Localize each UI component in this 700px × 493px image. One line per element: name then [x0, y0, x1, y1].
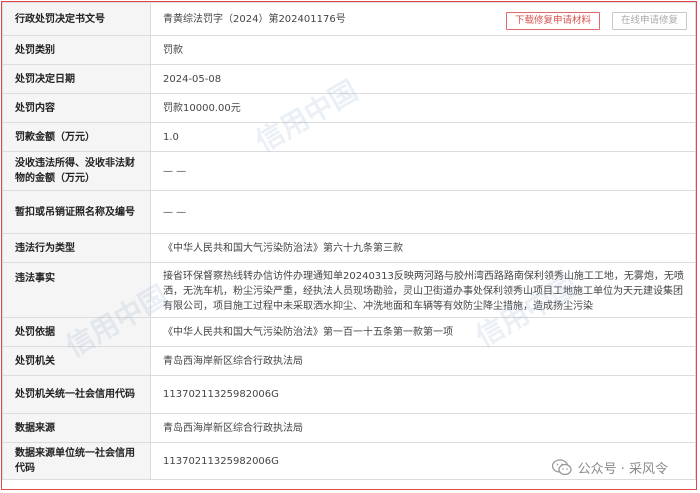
table-row: 违法事实 接省环保督察热线转办信访件办理通知单20240313反映两河路与胶州湾… — [2, 262, 696, 318]
field-value: 2024-05-08 — [150, 64, 696, 94]
table-row: 暂扣或吊销证照名称及编号 — — — [2, 190, 696, 234]
field-label: 罚款金额（万元） — [2, 122, 151, 152]
field-value: 《中华人民共和国大气污染防治法》第六十九条第三款 — [150, 233, 696, 263]
field-value: 罚款 — [150, 35, 696, 65]
field-label: 处罚决定日期 — [2, 64, 151, 94]
table-row: 处罚机关统一社会信用代码 11370211325982006G — [2, 375, 696, 414]
field-value: — — — [150, 190, 696, 234]
row-decision-number: 行政处罚决定书文号 青黄综法罚字（2024）第202401176号 下载修复申请… — [2, 2, 696, 36]
field-value: 青岛西海岸新区综合行政执法局 — [150, 413, 696, 443]
field-value: — — — [150, 151, 696, 191]
field-label: 处罚机关统一社会信用代码 — [2, 375, 151, 414]
field-label: 处罚依据 — [2, 317, 151, 347]
field-label: 暂扣或吊销证照名称及编号 — [2, 190, 151, 234]
field-label: 处罚类别 — [2, 35, 151, 65]
field-label: 处罚内容 — [2, 93, 151, 123]
decision-number-value: 青黄综法罚字（2024）第202401176号 — [163, 13, 346, 25]
field-label: 数据来源单位统一社会信用代码 — [2, 442, 151, 480]
table-row: 处罚决定日期 2024-05-08 — [2, 64, 696, 94]
wechat-icon — [551, 459, 572, 476]
field-value: 接省环保督察热线转办信访件办理通知单20240313反映两河路与胶州湾西路路南保… — [150, 262, 696, 318]
field-value: 1.0 — [150, 122, 696, 152]
field-value: 11370211325982006G — [150, 375, 696, 414]
field-label: 没收违法所得、没收非法财物的金额（万元） — [2, 151, 151, 191]
table-row: 数据来源 青岛西海岸新区综合行政执法局 — [2, 413, 696, 443]
penalty-detail-table: 行政处罚决定书文号 青黄综法罚字（2024）第202401176号 下载修复申请… — [2, 2, 696, 480]
wechat-account-name: 公众号 · 采风令 — [577, 462, 668, 477]
table-row: 处罚机关 青岛西海岸新区综合行政执法局 — [2, 346, 696, 376]
decision-number-label: 行政处罚决定书文号 — [2, 2, 151, 36]
field-value: 《中华人民共和国大气污染防治法》第一百一十五条第一款第一项 — [150, 317, 696, 347]
download-repair-materials-button[interactable]: 下载修复申请材料 — [505, 12, 600, 30]
field-label: 违法事实 — [2, 262, 151, 318]
table-row: 处罚类别 罚款 — [2, 35, 696, 65]
table-row: 处罚内容 罚款10000.00元 — [2, 93, 696, 123]
field-value: 青岛西海岸新区综合行政执法局 — [150, 346, 696, 376]
online-repair-application-button[interactable]: 在线申请修复 — [611, 12, 687, 30]
field-value: 罚款10000.00元 — [150, 93, 696, 123]
table-row: 处罚依据 《中华人民共和国大气污染防治法》第一百一十五条第一款第一项 — [2, 317, 696, 347]
field-label: 数据来源 — [2, 413, 151, 443]
wechat-badge: 公众号 · 采风令 — [547, 456, 672, 479]
table-row: 违法行为类型 《中华人民共和国大气污染防治法》第六十九条第三款 — [2, 233, 696, 263]
field-label: 违法行为类型 — [2, 233, 151, 263]
field-label: 处罚机关 — [2, 346, 151, 376]
table-row: 没收违法所得、没收非法财物的金额（万元） — — — [2, 151, 696, 191]
table-row: 罚款金额（万元） 1.0 — [2, 122, 696, 152]
